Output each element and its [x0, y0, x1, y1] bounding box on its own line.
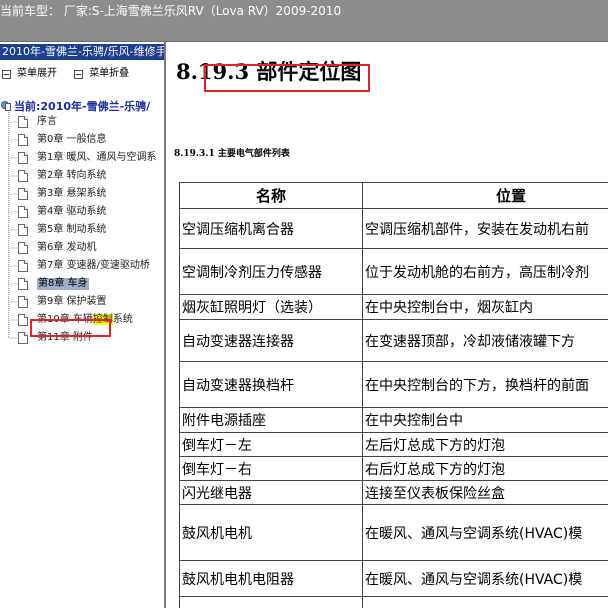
tree-item-label: 第1章 暖风、通风与空调系 — [37, 152, 157, 163]
table-cell: 鼓风机电机 — [179, 504, 363, 561]
tree-item-preface[interactable]: 序言 — [18, 114, 57, 130]
table-cell: 在中央控制台中，烟灰缸内 — [362, 294, 608, 320]
table-cell: 在中央控制台的下方，换档杆的前面 — [362, 361, 608, 408]
table-row — [179, 596, 608, 608]
table-cell: 连接至仪表板保险丝盒 — [362, 480, 608, 505]
table-header-row: 名称 位置 — [179, 182, 608, 209]
expand-icon — [2, 69, 11, 79]
table-cell: 倒车灯－左 — [179, 432, 363, 457]
title-bar: 当前车型： 厂家:S-上海雪佛兰乐风RV（Lova RV）2009-2010 — [0, 0, 608, 42]
table-cell: 在暖风、通风与空调系统(HVAC)模 — [362, 560, 608, 597]
document-icon — [18, 224, 28, 236]
tree-item-label-part: 第10章 车辆 — [37, 314, 93, 325]
tree-item-chapter-1[interactable]: 第1章 暖风、通风与空调系 — [18, 150, 157, 166]
document-icon — [18, 152, 28, 164]
page-title: 8.19.3 部件定位图 — [176, 59, 362, 84]
table-cell: 鼓风机电机电阻器 — [179, 560, 363, 597]
tree-item-label: 第3章 悬架系统 — [37, 188, 107, 199]
window-title: 当前车型： 厂家:S-上海雪佛兰乐风RV（Lova RV）2009-2010 — [0, 4, 342, 18]
search-highlight: 控制 — [92, 314, 113, 325]
tree-item-chapter-7[interactable]: 第7章 变速器/变速驱动桥 — [18, 258, 150, 274]
document-icon — [18, 260, 28, 272]
table-row: 空调压缩机离合器 空调压缩机部件，安装在发动机右前 — [179, 208, 608, 249]
tree-item-chapter-0[interactable]: 第0章 一般信息 — [18, 132, 107, 148]
table-row: 闪光继电器 连接至仪表板保险丝盒 — [179, 480, 608, 505]
table-row: 烟灰缸照明灯（选装） 在中央控制台中，烟灰缸内 — [179, 294, 608, 320]
table-row: 附件电源插座 在中央控制台中 — [179, 407, 608, 433]
tree-item-label: 第9章 保护装置 — [37, 296, 107, 307]
table-row: 自动变速器连接器 在变速器顶部，冷却液储液罐下方 — [179, 319, 608, 362]
sidebar-header: 2010年-雪佛兰-乐骋/乐风-维修手 — [0, 44, 166, 60]
tree-item-label: 第7章 变速器/变速驱动桥 — [37, 260, 150, 271]
book-root-icon — [0, 100, 12, 112]
collapse-menu-label: 菜单折叠 — [89, 68, 130, 79]
tree-item-chapter-3[interactable]: 第3章 悬架系统 — [18, 186, 107, 202]
table-cell — [362, 596, 608, 608]
tree-root[interactable]: 当前:2010年-雪佛兰-乐骋/ — [0, 98, 150, 114]
column-header-location: 位置 — [362, 182, 608, 209]
table-cell: 在变速器顶部，冷却液储液罐下方 — [362, 319, 608, 362]
document-icon — [18, 332, 28, 344]
expand-menu-label: 菜单展开 — [17, 68, 57, 79]
document-icon — [18, 296, 28, 308]
tree-item-chapter-2[interactable]: 第2章 转向系统 — [18, 168, 107, 184]
table-cell: 自动变速器连接器 — [179, 319, 363, 362]
document-icon — [18, 242, 28, 254]
tree-item-label: 第8章 车身 — [37, 278, 89, 290]
section-title: 8.19.3.1 主要电气部件列表 — [174, 149, 290, 159]
tree-item-chapter-5[interactable]: 第5章 制动系统 — [18, 222, 107, 238]
table-row: 自动变速器换档杆 在中央控制台的下方，换档杆的前面 — [179, 361, 608, 408]
document-icon — [18, 188, 28, 200]
parts-table: 名称 位置 空调压缩机离合器 空调压缩机部件，安装在发动机右前 空调制冷剂压力传… — [179, 182, 608, 608]
tree-item-chapter-11[interactable]: 第11章 附件 — [18, 330, 93, 346]
tree-item-chapter-10[interactable]: 第10章 车辆控制系统 — [18, 312, 133, 328]
table-cell: 空调压缩机离合器 — [179, 208, 363, 249]
tree-item-chapter-9[interactable]: 第9章 保护装置 — [18, 294, 107, 310]
table-row: 倒车灯－左 左后灯总成下方的灯泡 — [179, 432, 608, 457]
collapse-menu-button[interactable]: 菜单折叠 — [72, 66, 129, 82]
document-view: 8.19.3 部件定位图 8.19.3.1 主要电气部件列表 名称 位置 空调压… — [168, 42, 608, 608]
table-cell: 右后灯总成下方的灯泡 — [362, 456, 608, 481]
document-icon — [18, 134, 28, 146]
column-header-name: 名称 — [179, 182, 363, 209]
document-icon — [18, 206, 28, 218]
collapse-icon — [74, 69, 84, 79]
table-cell: 自动变速器换档杆 — [179, 361, 363, 408]
expand-menu-button[interactable]: 菜单展开 — [0, 66, 57, 82]
table-cell: 倒车灯－右 — [179, 456, 363, 481]
tree-item-chapter-6[interactable]: 第6章 发动机 — [18, 240, 97, 256]
tree-item-label-part: 系统 — [112, 314, 133, 325]
tree-item-chapter-4[interactable]: 第4章 驱动系统 — [18, 204, 107, 220]
document-icon — [18, 116, 28, 128]
sidebar-toolbar: 菜单展开 菜单折叠 — [0, 66, 141, 82]
document-icon — [18, 314, 28, 326]
table-cell: 烟灰缸照明灯（选装） — [179, 294, 363, 320]
table-cell: 闪光继电器 — [179, 480, 363, 505]
table-cell: 在中央控制台中 — [362, 407, 608, 433]
tree-item-label: 第6章 发动机 — [37, 242, 97, 253]
tree-item-label: 第11章 附件 — [37, 332, 93, 343]
table-row: 空调制冷剂压力传感器 位于发动机舱的右前方，高压制冷剂 — [179, 248, 608, 295]
sidebar: 2010年-雪佛兰-乐骋/乐风-维修手 菜单展开 菜单折叠 当前:2010年-雪… — [0, 42, 166, 608]
document-icon — [18, 278, 28, 290]
table-cell: 空调制冷剂压力传感器 — [179, 248, 363, 295]
table-row: 鼓风机电机电阻器 在暖风、通风与空调系统(HVAC)模 — [179, 560, 608, 597]
tree-item-label: 第0章 一般信息 — [37, 134, 107, 145]
tree-root-label: 当前:2010年-雪佛兰-乐骋/ — [14, 100, 151, 113]
table-row: 倒车灯－右 右后灯总成下方的灯泡 — [179, 456, 608, 481]
tree-item-chapter-8[interactable]: 第8章 车身 — [18, 276, 89, 292]
table-cell: 左后灯总成下方的灯泡 — [362, 432, 608, 457]
table-cell: 位于发动机舱的右前方，高压制冷剂 — [362, 248, 608, 295]
table-cell: 在暖风、通风与空调系统(HVAC)模 — [362, 504, 608, 561]
table-cell: 附件电源插座 — [179, 407, 363, 433]
table-row: 鼓风机电机 在暖风、通风与空调系统(HVAC)模 — [179, 504, 608, 561]
table-cell — [179, 596, 363, 608]
tree-item-label: 第5章 制动系统 — [37, 224, 107, 235]
document-icon — [18, 170, 28, 182]
tree-item-label: 序言 — [37, 116, 57, 127]
tree-item-label: 第2章 转向系统 — [37, 170, 107, 181]
tree-item-label: 第4章 驱动系统 — [37, 206, 107, 217]
tree-item-label: 第10章 车辆控制系统 — [37, 314, 133, 326]
table-cell: 空调压缩机部件，安装在发动机右前 — [362, 208, 608, 249]
